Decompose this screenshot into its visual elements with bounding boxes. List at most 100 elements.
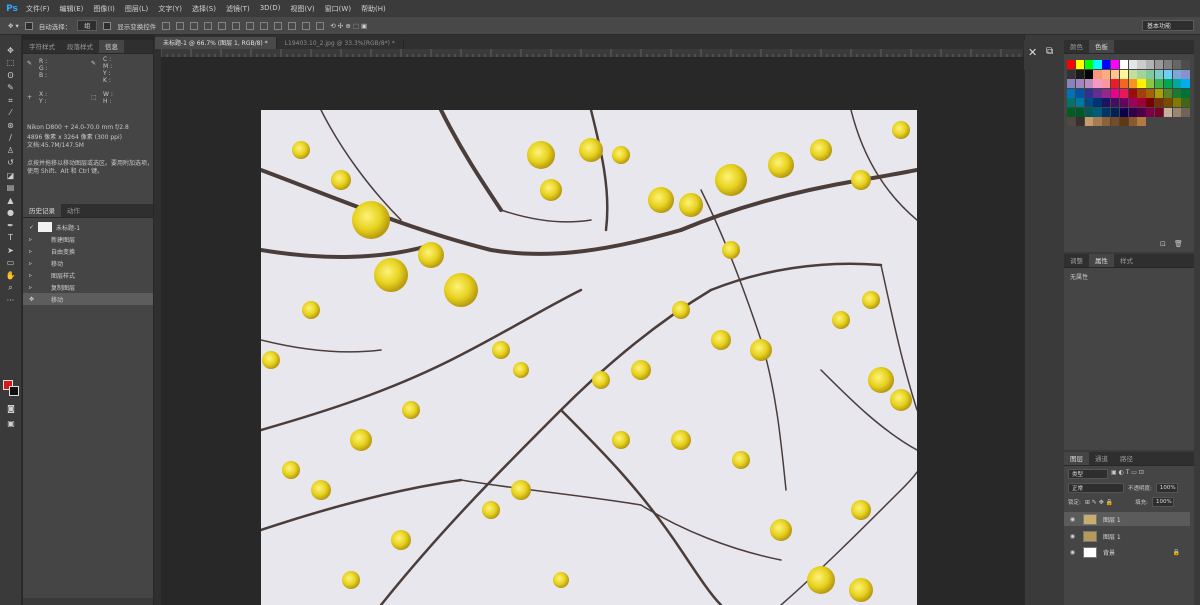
color-swatch[interactable]: [1163, 60, 1173, 69]
move-tool-icon[interactable]: ✥: [4, 45, 18, 56]
color-swatch[interactable]: [1172, 60, 1181, 69]
color-swatch[interactable]: [1154, 98, 1164, 107]
color-swatch[interactable]: [1067, 117, 1076, 126]
color-swatch[interactable]: [1110, 117, 1120, 126]
brush-tool-icon[interactable]: ∕: [4, 132, 18, 143]
color-swatch[interactable]: [1181, 60, 1190, 69]
color-swatch[interactable]: [1181, 79, 1190, 88]
color-swatch[interactable]: [1119, 69, 1129, 79]
visibility-eye-icon[interactable]: ◉: [1068, 533, 1077, 540]
color-swatch[interactable]: [1093, 107, 1102, 117]
color-swatch[interactable]: [1075, 98, 1085, 107]
color-swatch[interactable]: [1110, 79, 1120, 88]
history-row-snapshot[interactable]: ✓ 未标题-1: [23, 221, 153, 233]
zoom-tool-icon[interactable]: ⌕: [4, 282, 18, 293]
color-swatch[interactable]: [1067, 79, 1076, 88]
color-swatch[interactable]: [1181, 88, 1190, 98]
color-swatch[interactable]: [1146, 69, 1155, 79]
layer-kind-filter[interactable]: 类型: [1068, 469, 1108, 479]
layer-filter-icons[interactable]: ▣ ◐ T ▭ ⊡: [1111, 469, 1144, 479]
color-swatch[interactable]: [1075, 107, 1085, 117]
tab-actions[interactable]: 动作: [61, 204, 86, 217]
color-swatch[interactable]: [1075, 117, 1085, 126]
color-swatch[interactable]: [1146, 98, 1155, 107]
color-swatch[interactable]: [1067, 98, 1076, 107]
crop-tool-icon[interactable]: ⌗: [4, 95, 18, 106]
tools-close-icon[interactable]: ✕: [1028, 46, 1037, 59]
color-swatch[interactable]: [1084, 98, 1093, 107]
color-swatch[interactable]: [1084, 60, 1093, 69]
distribute-top-icon[interactable]: [246, 21, 255, 30]
color-swatch[interactable]: [1084, 88, 1093, 98]
marquee-tool-icon[interactable]: ⬚: [4, 57, 18, 68]
menu-item[interactable]: 帮助(H): [356, 4, 391, 14]
type-tool-icon[interactable]: T: [4, 232, 18, 243]
color-swatch[interactable]: [1093, 88, 1102, 98]
menu-item[interactable]: 选择(S): [187, 4, 221, 14]
tab-history[interactable]: 历史记录: [23, 204, 61, 217]
healing-tool-icon[interactable]: ⊛: [4, 120, 18, 131]
color-swatch[interactable]: [1067, 60, 1076, 69]
dodge-tool-icon[interactable]: ●: [4, 207, 18, 218]
background-color[interactable]: [9, 386, 19, 396]
visibility-eye-icon[interactable]: ◉: [1068, 516, 1077, 523]
color-swatch[interactable]: [1084, 69, 1093, 79]
history-row[interactable]: ▹ 自由变换: [23, 245, 153, 257]
color-swatch[interactable]: [1137, 60, 1146, 69]
color-swatch[interactable]: [1163, 98, 1173, 107]
color-swatch[interactable]: [1137, 79, 1146, 88]
distribute-bottom-icon[interactable]: [274, 21, 283, 30]
blend-mode-select[interactable]: 正常: [1068, 483, 1124, 493]
layer-row-selected[interactable]: ◉ 图层 1: [1064, 512, 1190, 526]
color-swatch[interactable]: [1119, 88, 1129, 98]
color-swatch[interactable]: [1075, 69, 1085, 79]
color-swatch[interactable]: [1137, 88, 1146, 98]
shape-tool-icon[interactable]: ▭: [4, 257, 18, 268]
color-swatch[interactable]: [1084, 79, 1093, 88]
color-swatch[interactable]: [1154, 69, 1164, 79]
tab-paths[interactable]: 路径: [1114, 452, 1139, 465]
color-swatch[interactable]: [1067, 88, 1076, 98]
fill-field[interactable]: 100%: [1152, 497, 1174, 507]
menu-item[interactable]: 图像(I): [88, 4, 120, 14]
path-select-tool-icon[interactable]: ➤: [4, 245, 18, 256]
distribute-vcenter-icon[interactable]: [260, 21, 269, 30]
tab-swatches[interactable]: 色板: [1089, 40, 1114, 53]
color-swatch[interactable]: [1128, 60, 1137, 69]
history-row[interactable]: ▹ 复制图层: [23, 281, 153, 293]
color-swatch[interactable]: [1093, 79, 1102, 88]
color-swatch[interactable]: [1110, 107, 1120, 117]
color-swatch[interactable]: [1154, 88, 1164, 98]
align-left-icon[interactable]: [204, 21, 213, 30]
color-swatch[interactable]: [1093, 117, 1102, 126]
color-swatch[interactable]: [1102, 79, 1111, 88]
color-swatch[interactable]: [1119, 107, 1129, 117]
menu-item[interactable]: 3D(D): [255, 4, 286, 14]
wintersweet-photo[interactable]: [261, 110, 917, 605]
new-swatch-icon[interactable]: ⊡: [1160, 240, 1166, 248]
color-swatch[interactable]: [1119, 60, 1129, 69]
visibility-eye-icon[interactable]: ◉: [1068, 549, 1077, 556]
color-swatch[interactable]: [1137, 117, 1146, 126]
color-swatch[interactable]: [1146, 60, 1155, 69]
color-swatch[interactable]: [1110, 60, 1120, 69]
menu-item[interactable]: 窗口(W): [320, 4, 356, 14]
color-swatch[interactable]: [1075, 79, 1085, 88]
menu-item[interactable]: 编辑(E): [55, 4, 89, 14]
color-swatch[interactable]: [1163, 69, 1173, 79]
color-swatch[interactable]: [1163, 88, 1173, 98]
history-brush-tool-icon[interactable]: ↺: [4, 157, 18, 168]
color-swatch[interactable]: [1154, 60, 1164, 69]
menu-item[interactable]: 视图(V): [285, 4, 319, 14]
color-swatch[interactable]: [1102, 107, 1111, 117]
color-swatch[interactable]: [1128, 98, 1137, 107]
color-swatch[interactable]: [1110, 69, 1120, 79]
color-swatch[interactable]: [1067, 107, 1076, 117]
color-swatch[interactable]: [1110, 88, 1120, 98]
color-swatch[interactable]: [1137, 98, 1146, 107]
align-top-icon[interactable]: [162, 21, 171, 30]
document-tab-active[interactable]: 未标题-1 @ 66.7% (图层 1, RGB/8) *: [155, 37, 277, 49]
more-tools-icon[interactable]: ···: [4, 295, 18, 306]
screen-mode-icon[interactable]: ▣: [4, 418, 18, 429]
color-swatch[interactable]: [1146, 88, 1155, 98]
